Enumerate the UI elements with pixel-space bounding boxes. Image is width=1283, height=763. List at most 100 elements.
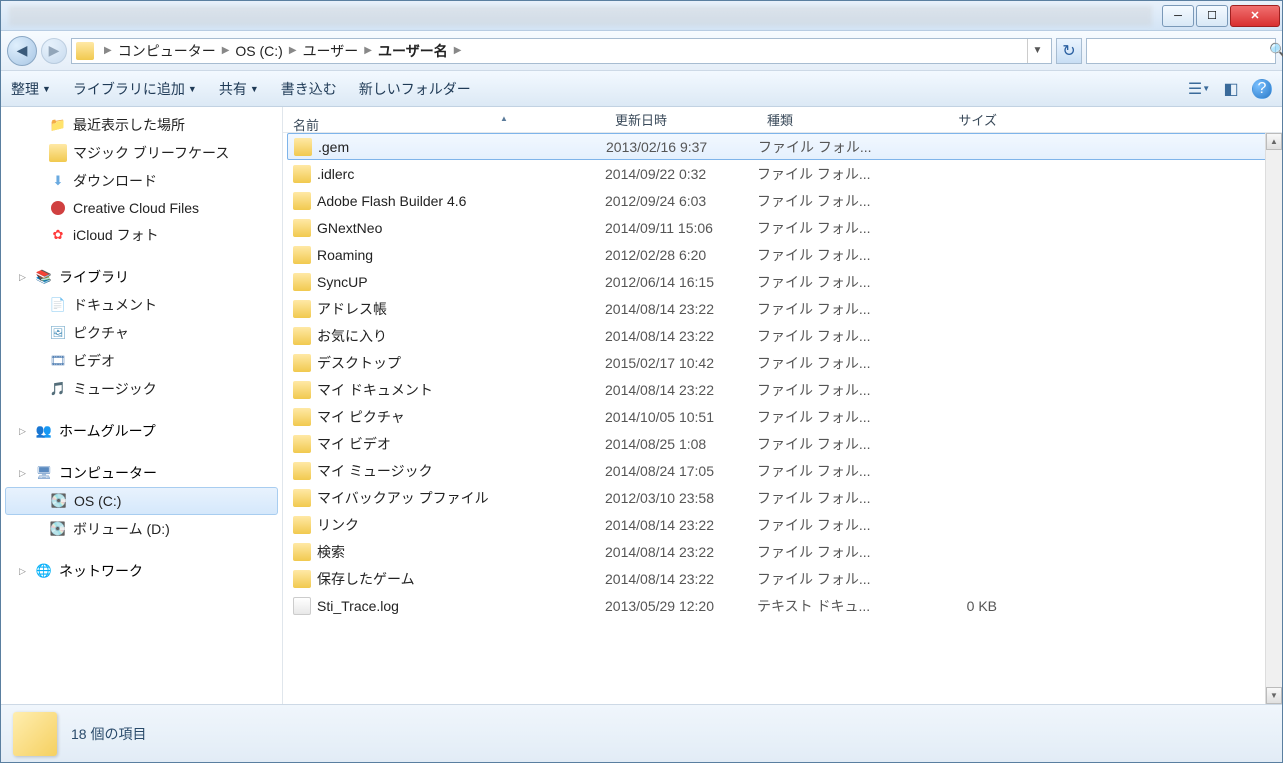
file-row[interactable]: .idlerc2014/09/22 0:32ファイル フォル... bbox=[283, 160, 1282, 187]
main-area: 📁最近表示した場所 マジック ブリーフケース ⬇ダウンロード Creative … bbox=[1, 107, 1282, 704]
sidebar-item-creative-cloud[interactable]: Creative Cloud Files bbox=[1, 195, 282, 221]
file-row[interactable]: アドレス帳2014/08/14 23:22ファイル フォル... bbox=[283, 295, 1282, 322]
sidebar-item-downloads[interactable]: ⬇ダウンロード bbox=[1, 167, 282, 195]
sidebar-item-music[interactable]: 🎵ミュージック bbox=[1, 375, 282, 403]
file-date: 2014/08/14 23:22 bbox=[605, 301, 757, 317]
file-row[interactable]: マイバックアッ プファイル2012/03/10 23:58ファイル フォル... bbox=[283, 484, 1282, 511]
file-type: ファイル フォル... bbox=[757, 353, 907, 373]
breadcrumb-item-current[interactable]: ユーザー名 bbox=[378, 41, 448, 61]
sidebar-group-computer[interactable]: 🖥コンピューター bbox=[1, 459, 282, 487]
sidebar-item-os-c[interactable]: 💽OS (C:) bbox=[5, 487, 278, 515]
column-size[interactable]: サイズ bbox=[907, 110, 1007, 129]
icloud-icon: ✿ bbox=[49, 226, 67, 244]
search-box[interactable]: 🔍 bbox=[1086, 38, 1276, 64]
chevron-right-icon[interactable]: ▶ bbox=[364, 45, 372, 56]
folder-icon bbox=[293, 435, 311, 453]
file-date: 2014/08/24 17:05 bbox=[605, 463, 757, 479]
file-type: ファイル フォル... bbox=[757, 569, 907, 589]
file-row[interactable]: リンク2014/08/14 23:22ファイル フォル... bbox=[283, 511, 1282, 538]
recent-icon: 📁 bbox=[49, 116, 67, 134]
back-button[interactable]: ◀ bbox=[7, 36, 37, 66]
breadcrumb-item[interactable]: ユーザー bbox=[303, 41, 359, 61]
navigation-pane[interactable]: 📁最近表示した場所 マジック ブリーフケース ⬇ダウンロード Creative … bbox=[1, 107, 283, 704]
file-row[interactable]: マイ ピクチャ2014/10/05 10:51ファイル フォル... bbox=[283, 403, 1282, 430]
folder-icon bbox=[293, 462, 311, 480]
file-row[interactable]: マイ ドキュメント2014/08/14 23:22ファイル フォル... bbox=[283, 376, 1282, 403]
file-row[interactable]: .gem2013/02/16 9:37ファイル フォル... bbox=[287, 133, 1278, 160]
column-type[interactable]: 種類 bbox=[757, 110, 907, 129]
file-row[interactable]: GNextNeo2014/09/11 15:06ファイル フォル... bbox=[283, 214, 1282, 241]
file-list[interactable]: .gem2013/02/16 9:37ファイル フォル....idlerc201… bbox=[283, 133, 1282, 704]
column-headers: 名前▲ 更新日時 種類 サイズ bbox=[283, 107, 1282, 133]
file-date: 2012/06/14 16:15 bbox=[605, 274, 757, 290]
file-type: ファイル フォル... bbox=[757, 164, 907, 184]
file-row[interactable]: 検索2014/08/14 23:22ファイル フォル... bbox=[283, 538, 1282, 565]
chevron-right-icon[interactable]: ▶ bbox=[454, 45, 462, 56]
breadcrumb-item[interactable]: コンピューター bbox=[118, 41, 216, 61]
file-type: ファイル フォル... bbox=[757, 191, 907, 211]
file-row[interactable]: Roaming2012/02/28 6:20ファイル フォル... bbox=[283, 241, 1282, 268]
chevron-right-icon[interactable]: ▶ bbox=[104, 45, 112, 56]
sidebar-group-network[interactable]: 🌐ネットワーク bbox=[1, 557, 282, 585]
folder-icon bbox=[293, 165, 311, 183]
sidebar-item-icloud[interactable]: ✿iCloud フォト bbox=[1, 221, 282, 249]
scroll-up-button[interactable]: ▲ bbox=[1266, 133, 1282, 150]
file-row[interactable]: デスクトップ2015/02/17 10:42ファイル フォル... bbox=[283, 349, 1282, 376]
scroll-down-button[interactable]: ▼ bbox=[1266, 687, 1282, 704]
minimize-button[interactable] bbox=[1162, 5, 1194, 27]
forward-button[interactable]: ▶ bbox=[41, 38, 67, 64]
folder-icon bbox=[293, 489, 311, 507]
address-dropdown[interactable]: ▼ bbox=[1027, 39, 1047, 63]
search-icon[interactable]: 🔍 bbox=[1269, 42, 1283, 59]
computer-icon: 🖥 bbox=[35, 464, 53, 482]
view-options-button[interactable]: ☰ ▼ bbox=[1188, 78, 1210, 100]
burn-button[interactable]: 書き込む bbox=[281, 79, 337, 99]
document-icon: 📄 bbox=[49, 296, 67, 314]
sidebar-item-volume-d[interactable]: 💽ボリューム (D:) bbox=[1, 515, 282, 543]
file-name: デスクトップ bbox=[317, 353, 401, 373]
chevron-right-icon[interactable]: ▶ bbox=[222, 45, 230, 56]
folder-icon bbox=[293, 300, 311, 318]
file-name: .gem bbox=[318, 139, 349, 155]
new-folder-button[interactable]: 新しいフォルダー bbox=[359, 79, 471, 99]
download-icon: ⬇ bbox=[49, 172, 67, 190]
sidebar-item-pictures[interactable]: 🖼ピクチャ bbox=[1, 319, 282, 347]
file-row[interactable]: Sti_Trace.log2013/05/29 12:20テキスト ドキュ...… bbox=[283, 592, 1282, 619]
file-date: 2012/02/28 6:20 bbox=[605, 247, 757, 263]
file-row[interactable]: SyncUP2012/06/14 16:15ファイル フォル... bbox=[283, 268, 1282, 295]
address-bar[interactable]: ▶ コンピューター ▶ OS (C:) ▶ ユーザー ▶ ユーザー名 ▶ ▼ bbox=[71, 38, 1052, 64]
file-row[interactable]: お気に入り2014/08/14 23:22ファイル フォル... bbox=[283, 322, 1282, 349]
file-row[interactable]: マイ ミュージック2014/08/24 17:05ファイル フォル... bbox=[283, 457, 1282, 484]
sidebar-group-homegroup[interactable]: 👥ホームグループ bbox=[1, 417, 282, 445]
organize-menu[interactable]: 整理▼ bbox=[11, 79, 51, 99]
disk-icon: 💽 bbox=[49, 520, 67, 538]
file-row[interactable]: マイ ビデオ2014/08/25 1:08ファイル フォル... bbox=[283, 430, 1282, 457]
sidebar-group-libraries[interactable]: 📚ライブラリ bbox=[1, 263, 282, 291]
folder-icon bbox=[293, 246, 311, 264]
sidebar-item-recent[interactable]: 📁最近表示した場所 bbox=[1, 111, 282, 139]
search-input[interactable] bbox=[1093, 43, 1269, 58]
file-row[interactable]: 保存したゲーム2014/08/14 23:22ファイル フォル... bbox=[283, 565, 1282, 592]
file-name: Roaming bbox=[317, 247, 373, 263]
chevron-right-icon[interactable]: ▶ bbox=[289, 45, 297, 56]
navbar: ◀ ▶ ▶ コンピューター ▶ OS (C:) ▶ ユーザー ▶ ユーザー名 ▶… bbox=[1, 31, 1282, 71]
sidebar-item-documents[interactable]: 📄ドキュメント bbox=[1, 291, 282, 319]
sidebar-item-videos[interactable]: 🎞ビデオ bbox=[1, 347, 282, 375]
column-name[interactable]: 名前▲ bbox=[283, 115, 605, 125]
share-menu[interactable]: 共有▼ bbox=[219, 79, 259, 99]
refresh-button[interactable]: ↻ bbox=[1056, 38, 1082, 64]
file-type: ファイル フォル... bbox=[757, 542, 907, 562]
folder-icon bbox=[293, 192, 311, 210]
breadcrumb-item[interactable]: OS (C:) bbox=[235, 43, 282, 59]
scrollbar[interactable]: ▲ ▼ bbox=[1265, 133, 1282, 704]
help-button[interactable]: ? bbox=[1252, 79, 1272, 99]
sidebar-item-magic[interactable]: マジック ブリーフケース bbox=[1, 139, 282, 167]
folder-icon bbox=[293, 354, 311, 372]
close-button[interactable] bbox=[1230, 5, 1280, 27]
file-date: 2014/08/14 23:22 bbox=[605, 328, 757, 344]
add-to-library-menu[interactable]: ライブラリに追加▼ bbox=[73, 79, 197, 99]
preview-pane-button[interactable]: ◧ bbox=[1220, 78, 1242, 100]
file-row[interactable]: Adobe Flash Builder 4.62012/09/24 6:03ファ… bbox=[283, 187, 1282, 214]
maximize-button[interactable] bbox=[1196, 5, 1228, 27]
folder-icon bbox=[293, 516, 311, 534]
